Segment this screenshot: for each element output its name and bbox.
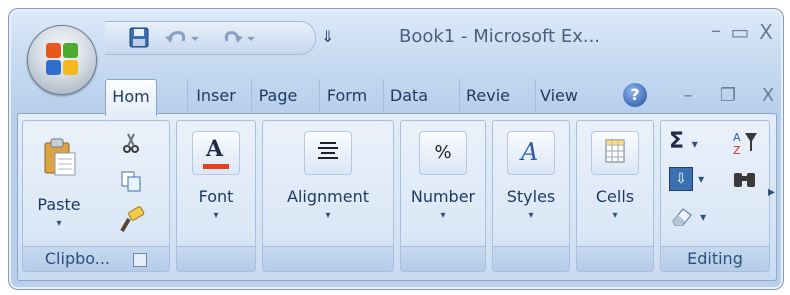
excel-window: ⇓ Book1 - Microsoft Ex... – ▭ X Hom Inse… [8, 8, 784, 290]
title-bar: ⇓ Book1 - Microsoft Ex... – ▭ X [9, 9, 783, 69]
save-icon [129, 27, 149, 48]
group-label-editing: Editing [661, 246, 769, 271]
ribbon-tabs: Hom Inser Page Form Data Revie View ? – … [105, 79, 783, 116]
chevron-down-icon: ▾ [213, 210, 219, 221]
ribbon-home: Paste ▾ Clipbo... A Font ▾ Alignment ▾ %… [17, 113, 777, 281]
styles-icon: A [507, 131, 555, 175]
copy-icon[interactable] [119, 169, 143, 193]
clear-button[interactable]: ▾ [669, 205, 706, 231]
tab-page-layout[interactable]: Page [251, 79, 304, 113]
tab-insert[interactable]: Inser [187, 79, 244, 113]
sigma-icon: Σ [669, 129, 685, 154]
styles-button[interactable]: A Styles ▾ [497, 125, 565, 243]
paste-button[interactable]: Paste ▾ [29, 125, 89, 243]
tab-formulas[interactable]: Form [319, 79, 374, 113]
tab-home[interactable]: Hom [105, 79, 157, 116]
eraser-icon [672, 208, 692, 226]
group-clipboard: Paste ▾ Clipbo... [22, 120, 170, 272]
chevron-down-icon: ▾ [698, 172, 705, 186]
undo-icon [165, 31, 199, 43]
maximize-button[interactable]: ▭ [729, 21, 751, 43]
svg-text:Z: Z [733, 144, 741, 157]
undo-button[interactable] [159, 25, 207, 51]
group-editing: Σ ▾ A Z ⇩ ▾ ▾ Editing [660, 120, 770, 272]
group-cells: Cells ▾ [576, 120, 654, 272]
close-button[interactable]: X [755, 21, 777, 43]
ribbon-scroll-right-icon[interactable]: ▸ [768, 184, 775, 200]
chevron-down-icon: ▾ [700, 210, 707, 224]
workbook-minimize-button[interactable]: – [677, 85, 699, 106]
cells-label: Cells [595, 187, 635, 206]
dialog-launcher-icon[interactable] [133, 252, 148, 267]
redo-button[interactable] [215, 25, 263, 51]
group-label-alignment [263, 246, 393, 271]
paste-label: Paste [37, 195, 81, 214]
styles-label: Styles [506, 187, 556, 206]
workbook-restore-button[interactable]: ❐ [717, 85, 739, 106]
sort-filter-icon[interactable]: A Z [731, 129, 759, 157]
group-label-cells [577, 246, 653, 271]
autosum-button[interactable]: Σ ▾ [669, 129, 698, 154]
group-label-styles [493, 246, 569, 271]
save-button[interactable] [121, 25, 155, 51]
group-label-clipboard: Clipbo... [23, 246, 169, 271]
office-button[interactable] [27, 25, 97, 95]
svg-text:A: A [733, 131, 741, 144]
chevron-down-icon: ▾ [325, 210, 331, 221]
tab-data[interactable]: Data [383, 79, 434, 113]
cells-button[interactable]: Cells ▾ [581, 125, 649, 243]
alignment-button[interactable]: Alignment ▾ [267, 125, 389, 243]
fill-button[interactable]: ⇩ ▾ [669, 167, 704, 191]
group-label-number [401, 246, 485, 271]
minimize-button[interactable]: – [705, 19, 727, 41]
group-styles: A Styles ▾ [492, 120, 570, 272]
tab-review[interactable]: Revie [459, 79, 516, 113]
align-center-icon [304, 131, 352, 175]
paste-icon [44, 138, 76, 176]
tab-view[interactable]: View [535, 79, 582, 113]
font-label: Font [198, 187, 234, 206]
number-label: Number [410, 187, 476, 206]
cells-icon [591, 131, 639, 175]
font-button[interactable]: A Font ▾ [181, 125, 251, 243]
group-label-font [177, 246, 255, 271]
redo-icon [224, 31, 255, 43]
number-button[interactable]: % Number ▾ [405, 125, 481, 243]
chevron-down-icon: ▾ [56, 218, 62, 229]
percent-icon: % [419, 131, 467, 175]
font-color-icon: A [192, 131, 240, 175]
window-title: Book1 - Microsoft Ex... [399, 26, 601, 47]
group-number: % Number ▾ [400, 120, 486, 272]
group-font: A Font ▾ [176, 120, 256, 272]
clipboard-label: Clipbo... [44, 249, 111, 268]
workbook-close-button[interactable]: X [757, 85, 779, 106]
chevron-down-icon: ▾ [691, 137, 698, 151]
chevron-down-icon: ▾ [440, 210, 446, 221]
find-binoculars-icon[interactable] [731, 167, 759, 193]
cut-icon[interactable] [119, 131, 143, 155]
alignment-label: Alignment [287, 187, 369, 206]
chevron-down-icon: ▾ [612, 210, 618, 221]
customize-toolbar-button[interactable]: ⇓ [321, 27, 334, 46]
group-alignment: Alignment ▾ [262, 120, 394, 272]
chevron-down-icon: ▾ [528, 210, 534, 221]
office-logo-icon [46, 43, 78, 75]
fill-down-icon: ⇩ [669, 167, 693, 191]
help-icon[interactable]: ? [623, 83, 647, 107]
format-painter-icon[interactable] [117, 205, 147, 235]
quick-access-toolbar [105, 21, 316, 55]
